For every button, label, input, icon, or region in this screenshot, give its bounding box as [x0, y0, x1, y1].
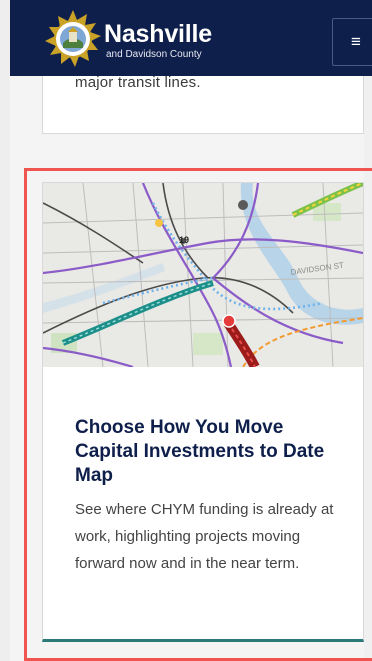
transit-map-image: 19 DAVIDSON ST [43, 183, 363, 367]
card-title[interactable]: Choose How You Move Capital Investments … [75, 416, 345, 488]
site-header: Nashville and Davidson County ≡ [10, 0, 372, 76]
nashville-seal-logo[interactable] [44, 10, 102, 68]
feature-card[interactable]: 19 DAVIDSON ST Choose How You Move Capit… [42, 182, 364, 642]
brand-name[interactable]: Nashville [104, 22, 212, 47]
map-route-label: 19 [179, 235, 189, 245]
menu-button[interactable]: ≡ [332, 18, 372, 66]
map-thumbnail[interactable]: 19 DAVIDSON ST [43, 183, 363, 367]
page-left-gutter [0, 0, 10, 661]
brand-subtitle: and Davidson County [106, 49, 202, 60]
card-description: See where CHYM funding is already at wor… [75, 501, 334, 572]
previous-card-text: major transit lines. [75, 74, 201, 91]
hamburger-menu-icon: ≡ [351, 32, 361, 51]
